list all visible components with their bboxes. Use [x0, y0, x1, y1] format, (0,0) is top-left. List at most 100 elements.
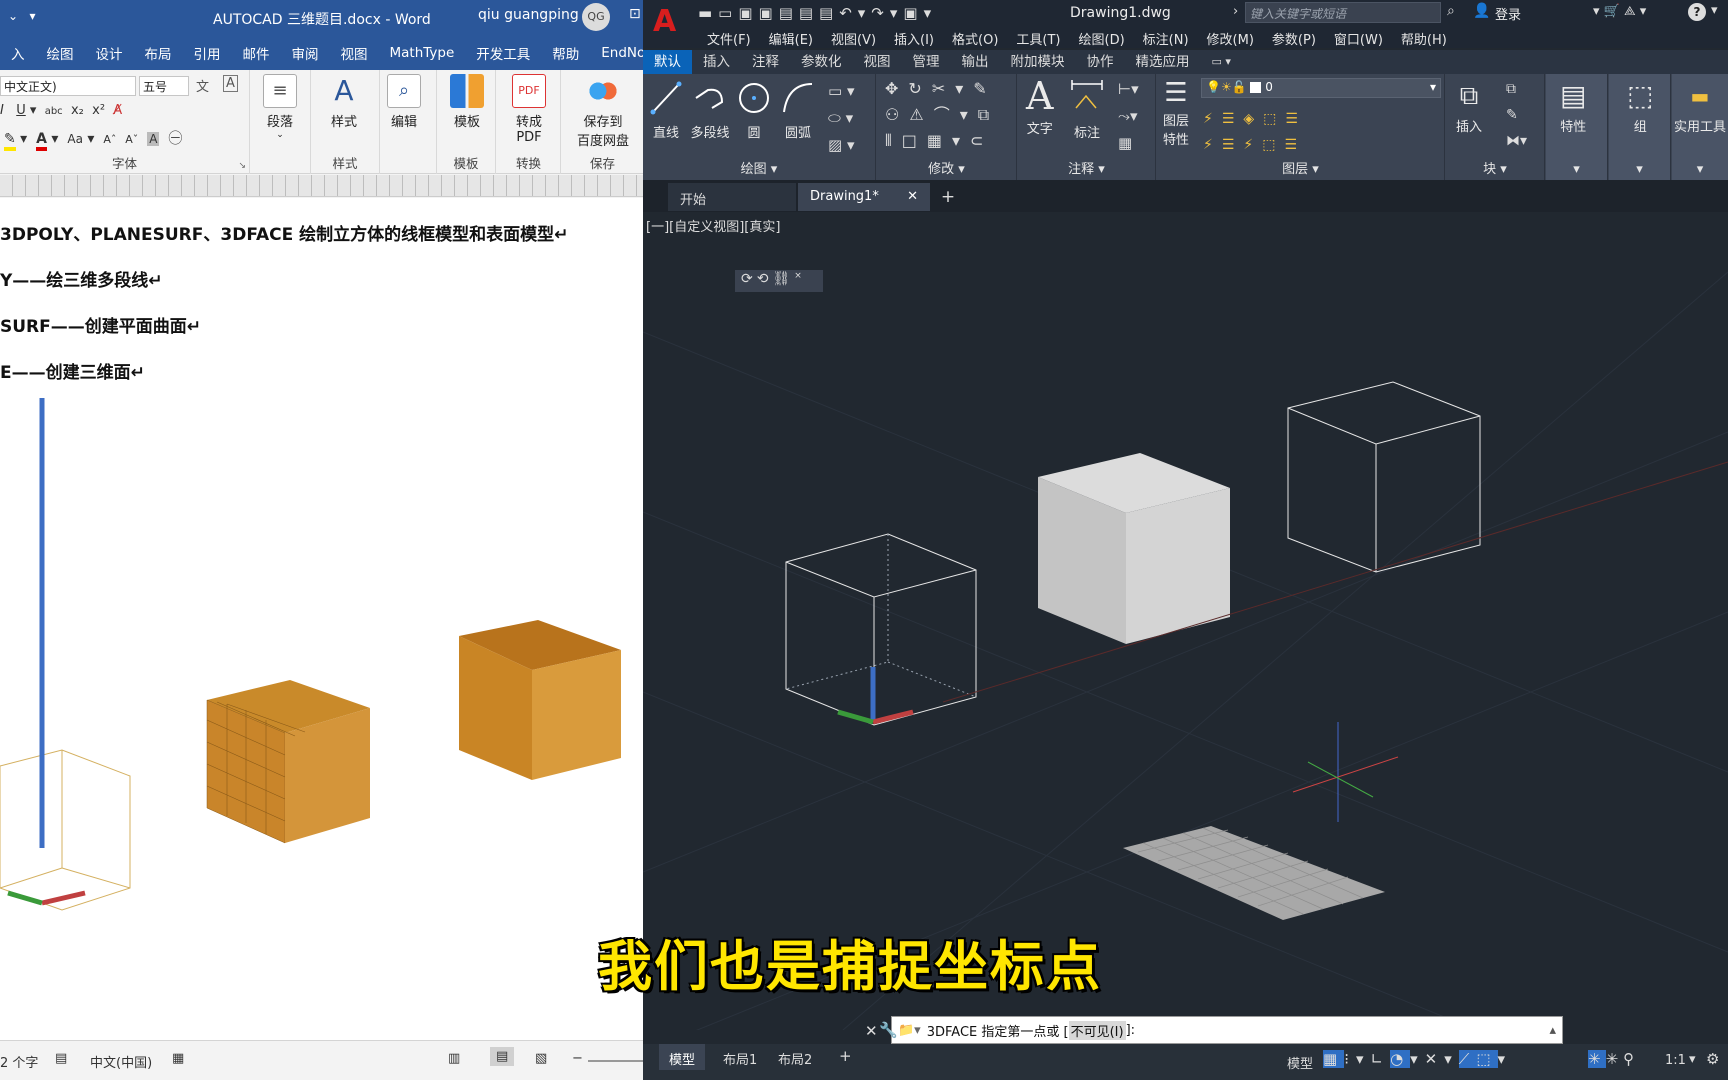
search-input[interactable]: 键入关键字或短语: [1245, 2, 1441, 23]
menu-edit[interactable]: 编辑(E): [760, 29, 822, 48]
avatar[interactable]: QG: [582, 3, 610, 31]
tab-references[interactable]: 引用: [183, 43, 232, 63]
polar-icon[interactable]: ◔: [1390, 1050, 1411, 1068]
add-layout-button[interactable]: +: [839, 1047, 852, 1065]
quick-access-toolbar[interactable]: ▬▭▣▣▤▤▤↶▾↷▾▣▾: [698, 4, 937, 22]
font-name-select[interactable]: 中文正文): [0, 76, 136, 96]
model-space-toggle[interactable]: 模型: [1287, 1053, 1313, 1072]
user-icon[interactable]: 👤: [1473, 3, 1490, 19]
tab-manage[interactable]: 管理: [902, 50, 951, 74]
tab-default[interactable]: 默认: [643, 50, 692, 74]
web-layout-icon[interactable]: ▧: [535, 1051, 547, 1066]
ribbon-display-icon[interactable]: ⊡: [629, 6, 641, 22]
tab-parametric[interactable]: 参数化: [790, 50, 853, 74]
menu-help[interactable]: 帮助(H): [1392, 29, 1456, 48]
tab-featured-apps[interactable]: 精选应用: [1125, 50, 1201, 74]
help-icon[interactable]: ?: [1688, 3, 1706, 21]
tab-design[interactable]: 设计: [85, 43, 134, 63]
drafting-toggles[interactable]: ▦⁝▾∟◔▾✕▾⟋⬚▾: [1323, 1050, 1512, 1068]
group-panel[interactable]: ⬚ 组 ▾: [1609, 74, 1671, 180]
properties-panel[interactable]: ▤ 特性 ▾: [1546, 74, 1608, 180]
language-status[interactable]: 中文(中国): [90, 1052, 152, 1071]
enclose-char-icon[interactable]: ㊀: [168, 131, 182, 147]
grow-font-icon[interactable]: Aˆ: [103, 133, 116, 146]
insert-block-button[interactable]: ⧉ 插入: [1456, 76, 1482, 135]
group-button[interactable]: ⬚ 组: [1627, 76, 1653, 135]
help-dropdown-icon[interactable]: ▾: [1711, 3, 1718, 18]
command-close-icon[interactable]: ✕: [865, 1022, 878, 1040]
cart-icon[interactable]: ▾ 🛒 ⟁ ▾: [1593, 4, 1646, 19]
quick-access-dropdown-icon[interactable]: ⌄ ▾: [8, 9, 36, 23]
command-option-invisible[interactable]: 不可见(I): [1068, 1020, 1126, 1040]
layer-dropdown[interactable]: 💡☀🔓 0 ▾: [1201, 78, 1441, 98]
tab-developer[interactable]: 开发工具: [465, 43, 541, 63]
draw-small-tools[interactable]: ▭ ▾ ⬭ ▾ ▨ ▾: [828, 78, 854, 159]
close-icon[interactable]: ✕: [907, 189, 918, 204]
menu-dimension[interactable]: 标注(N): [1134, 29, 1198, 48]
horizontal-ruler[interactable]: [0, 175, 643, 197]
template-button[interactable]: 模板: [439, 74, 495, 130]
change-case-icon[interactable]: Aa: [67, 132, 83, 146]
edit-button[interactable]: ⌕ 编辑: [376, 74, 432, 130]
tab-mathtype[interactable]: MathType: [379, 45, 466, 61]
zoom-slider[interactable]: [588, 1060, 643, 1062]
text-tool[interactable]: A 文字: [1026, 74, 1053, 137]
word-count[interactable]: 2 个字: [0, 1052, 38, 1071]
annotation-small-tools[interactable]: ⊢▾ ⤳▾ ▦: [1118, 76, 1139, 157]
settings-gear-icon[interactable]: ⚙: [1706, 1050, 1719, 1068]
menu-parametric[interactable]: 参数(P): [1263, 29, 1325, 48]
tab-output[interactable]: 输出: [951, 50, 1000, 74]
zoom-out-icon[interactable]: −: [572, 1051, 583, 1066]
layer-properties-button[interactable]: ☰ 图层 特性: [1163, 76, 1189, 148]
command-customize-icon[interactable]: 🔧: [879, 1021, 898, 1039]
tab-endnote[interactable]: EndNote: [590, 45, 643, 61]
highlight-icon[interactable]: ✎: [4, 131, 16, 151]
menu-draw[interactable]: 绘图(D): [1070, 29, 1134, 48]
block-panel-label[interactable]: 块 ▾: [1446, 158, 1544, 177]
tab-addins[interactable]: 附加模块: [1000, 50, 1076, 74]
layout-tab-model[interactable]: 模型: [659, 1044, 706, 1070]
menu-window[interactable]: 窗口(W): [1325, 29, 1392, 48]
layout-tab-2[interactable]: 布局2: [768, 1049, 822, 1068]
subscript-icon[interactable]: x₂: [71, 103, 84, 118]
tab-review[interactable]: 审阅: [281, 43, 330, 63]
font-size-select[interactable]: 五号: [139, 76, 189, 96]
isometric-icon[interactable]: ⬚: [1476, 1050, 1498, 1068]
to-pdf-button[interactable]: PDF 转成 PDF: [501, 74, 557, 145]
ribbon-panel-toggle-icon[interactable]: ▭ ▾: [1201, 50, 1242, 74]
phonetic-guide-icon[interactable]: 文: [196, 76, 209, 95]
command-line[interactable]: 📁▾ 3DFACE 指定第一点或 [ 不可见(I) ]: ▴: [891, 1016, 1563, 1044]
draw-panel-label[interactable]: 绘图 ▾: [643, 158, 875, 177]
circle-tool[interactable]: 圆: [737, 78, 771, 141]
italic-icon[interactable]: I: [0, 103, 4, 118]
annotation-scale[interactable]: 1:1: [1665, 1053, 1686, 1068]
char-border-icon[interactable]: A: [223, 75, 238, 92]
command-expand-icon[interactable]: ▴: [1549, 1023, 1562, 1038]
word-user-name[interactable]: qiu guangping: [478, 7, 579, 23]
search-expand-icon[interactable]: ›: [1233, 4, 1238, 19]
polyline-tool[interactable]: 多段线: [689, 78, 731, 141]
line-tool[interactable]: 直线: [649, 78, 683, 141]
menu-modify[interactable]: 修改(M): [1198, 29, 1263, 48]
tab-draw[interactable]: 绘图: [36, 43, 85, 63]
tab-help[interactable]: 帮助: [541, 43, 590, 63]
char-shading-icon[interactable]: A: [147, 132, 160, 146]
shrink-font-icon[interactable]: Aˇ: [125, 133, 138, 146]
annotation-panel-label[interactable]: 注释 ▾: [1018, 158, 1155, 177]
annotation-toggles[interactable]: ✳✳⚲: [1588, 1050, 1639, 1068]
read-mode-icon[interactable]: ▥: [448, 1051, 460, 1066]
save-baidu-button[interactable]: 保存到 百度网盘: [570, 74, 636, 149]
properties-button[interactable]: ▤ 特性: [1560, 76, 1586, 135]
tab-annotate[interactable]: 注释: [741, 50, 790, 74]
tab-collaborate[interactable]: 协作: [1076, 50, 1125, 74]
layer-small-tools[interactable]: ⚡☰◈⬚☰ ⚡☰⚡⬚☰: [1203, 106, 1307, 158]
login-link[interactable]: 登录: [1495, 4, 1521, 23]
block-small-tools[interactable]: ⧉ ✎ ⧓▾: [1506, 76, 1527, 154]
tab-drawing1[interactable]: Drawing1* ✕: [798, 183, 930, 211]
accessibility-icon[interactable]: ▦: [172, 1051, 184, 1066]
clear-format-icon[interactable]: A̸: [113, 103, 122, 118]
menu-view[interactable]: 视图(V): [822, 29, 885, 48]
tab-mailings[interactable]: 邮件: [232, 43, 281, 63]
underline-icon[interactable]: U: [16, 103, 26, 118]
menu-tools[interactable]: 工具(T): [1007, 29, 1069, 48]
